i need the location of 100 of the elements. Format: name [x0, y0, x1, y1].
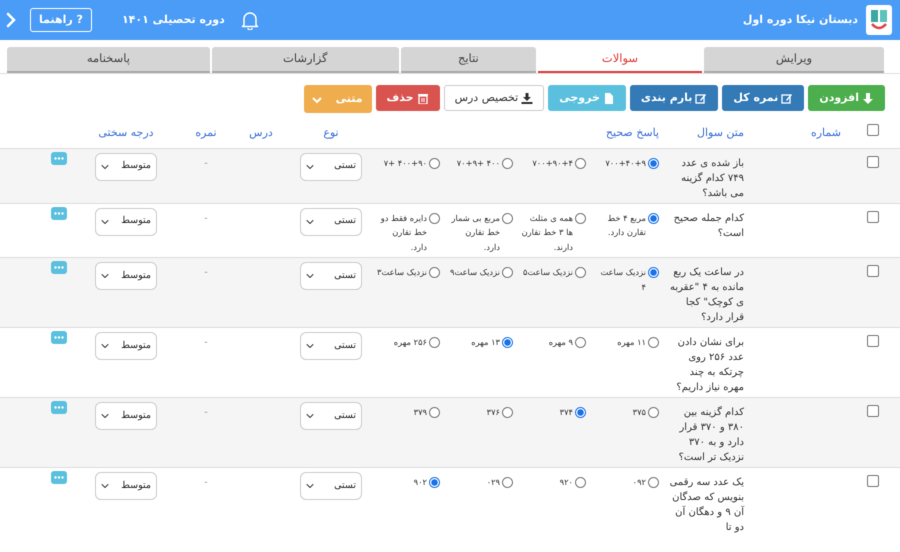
file-icon	[602, 92, 615, 104]
arrow-down-icon	[862, 92, 874, 104]
radio-button[interactable]	[575, 267, 586, 278]
toolbar-button[interactable]: تخصیص درس	[444, 85, 544, 111]
radio-button[interactable]	[429, 212, 440, 224]
answer-option: ۹ مهره	[548, 335, 573, 350]
question-text: کدام جمله صحیح است؟	[674, 212, 744, 238]
score-text: -	[204, 158, 208, 168]
row-checkbox[interactable]	[866, 335, 878, 348]
answer-option: ۰۹۲	[632, 475, 646, 490]
school-year: دوره تحصیلی ۱۴۰۱	[122, 12, 225, 28]
column-header[interactable]: پاسخ صحیح	[606, 126, 659, 138]
radio-button[interactable]	[575, 337, 586, 348]
dots-icon	[54, 406, 64, 410]
answer-option: ۴۰۰ +۷۰+۹	[456, 156, 500, 170]
answer-option: نزدیک ساعت۵	[522, 265, 573, 280]
toolbar-button[interactable]: بارم بندی	[630, 85, 718, 111]
radio-button[interactable]	[575, 477, 586, 488]
select-all-checkbox[interactable]	[866, 124, 878, 136]
row-checkbox[interactable]	[866, 210, 878, 222]
radio-button[interactable]	[648, 267, 659, 278]
radio-button[interactable]	[429, 267, 440, 278]
difficulty-select[interactable]: متوسط	[94, 262, 157, 290]
radio-button[interactable]	[429, 337, 440, 348]
row-checkbox[interactable]	[866, 156, 878, 168]
difficulty-select[interactable]: متوسط	[94, 332, 157, 360]
toolbar-button[interactable]: نمره کل	[722, 85, 804, 111]
answer-option: ۳۷۹	[414, 405, 427, 420]
answer-option: ۷۰۰+۴۰+۹	[605, 156, 646, 170]
column-header[interactable]: متن سوال	[696, 126, 744, 138]
column-header[interactable]: درس	[249, 126, 273, 138]
score-text: -	[204, 337, 208, 348]
answer-option: ۰۲۹	[486, 475, 500, 490]
answer-option: ۹۰۲	[414, 475, 427, 490]
radio-button[interactable]	[502, 158, 513, 168]
type-select[interactable]: تستی	[300, 332, 362, 360]
radio-button[interactable]	[648, 337, 659, 348]
radio-button[interactable]	[502, 212, 513, 224]
question-text: برای نشان دادن عدد ۲۵۶ روی چرتکه به چند مهره نیاز داریم؟	[676, 337, 744, 394]
type-select[interactable]: تستی	[300, 262, 362, 290]
answer-option: مربع ۴ خط تقارن دارد.	[594, 210, 646, 240]
question-text: یک عدد سه رقمی بنویس که صدگان آن ۹ و دهگان آن دو تا	[670, 477, 744, 534]
radio-button[interactable]	[648, 212, 659, 224]
radio-button[interactable]	[429, 158, 440, 168]
type-select[interactable]: تستی	[300, 208, 362, 236]
difficulty-select[interactable]: متوسط	[94, 402, 157, 430]
type-select[interactable]: تستی	[300, 152, 362, 180]
answer-option: مربع بی شمار خط تقارن دارد.	[448, 210, 500, 256]
dots-icon	[54, 266, 64, 270]
toolbar-button[interactable]: حذف	[376, 85, 440, 111]
answer-option: ۱۳ مهره	[471, 335, 500, 350]
answer-option: ۱۱ مهره	[617, 335, 646, 350]
score-text: -	[204, 267, 208, 278]
radio-button[interactable]	[429, 477, 440, 488]
difficulty-select[interactable]: متوسط	[94, 152, 157, 180]
tab[interactable]: گزارشات	[212, 47, 399, 73]
edit-icon	[695, 92, 708, 104]
radio-button[interactable]	[502, 477, 513, 488]
question-text: در ساعت یک ربع مانده به ۴ "عقربه ی کوچک" کجا قرار دارد؟	[670, 267, 744, 324]
answer-option: نزدیک ساعت۹	[450, 265, 500, 280]
radio-button[interactable]	[502, 337, 513, 348]
difficulty-select[interactable]: متوسط	[94, 472, 157, 500]
radio-button[interactable]	[502, 267, 513, 278]
tab[interactable]: پاسخنامه	[6, 47, 210, 73]
dots-icon	[54, 336, 64, 340]
tab[interactable]: ویرایش	[704, 47, 884, 73]
column-header[interactable]: نمره	[195, 126, 217, 138]
bell-icon[interactable]	[240, 10, 259, 30]
column-header[interactable]: درجه سختی	[98, 126, 154, 138]
tab[interactable]: نتایج	[400, 47, 536, 73]
answer-option: نزدیک ساعت ۴	[594, 265, 646, 296]
edit-icon	[781, 92, 794, 104]
row-checkbox[interactable]	[866, 405, 878, 418]
radio-button[interactable]	[429, 407, 440, 418]
type-select[interactable]: تستی	[300, 402, 362, 430]
radio-button[interactable]	[648, 158, 659, 168]
difficulty-select[interactable]: متوسط	[94, 208, 157, 236]
column-header[interactable]: شماره	[810, 126, 841, 138]
answer-option: ۳۷۶	[486, 405, 500, 420]
dots-icon	[54, 156, 64, 160]
answer-option: همه ی مثلث ها ۳ خط تقارن دارند.	[521, 210, 573, 256]
score-text: -	[204, 477, 208, 488]
trash-icon	[416, 92, 429, 104]
radio-button[interactable]	[575, 407, 586, 418]
answer-option: ۳۷۵	[632, 405, 646, 420]
answer-option: دایره فقط دو خط تقارن دارد.	[374, 210, 427, 256]
radio-button[interactable]	[575, 212, 586, 224]
row-checkbox[interactable]	[866, 475, 878, 488]
radio-button[interactable]	[575, 158, 586, 168]
chevron-right-icon[interactable]	[6, 12, 16, 28]
radio-button[interactable]	[502, 407, 513, 418]
radio-button[interactable]	[648, 407, 659, 418]
type-select[interactable]: تستی	[300, 472, 362, 500]
row-checkbox[interactable]	[866, 265, 878, 278]
answer-option: ۴۰۰+۹۰ +۷	[384, 156, 427, 170]
radio-button[interactable]	[648, 477, 659, 488]
logo-icon	[866, 5, 892, 35]
answer-option: ۹۲۰	[560, 475, 573, 490]
column-header[interactable]: نوع	[323, 126, 339, 138]
score-text: -	[204, 407, 208, 418]
